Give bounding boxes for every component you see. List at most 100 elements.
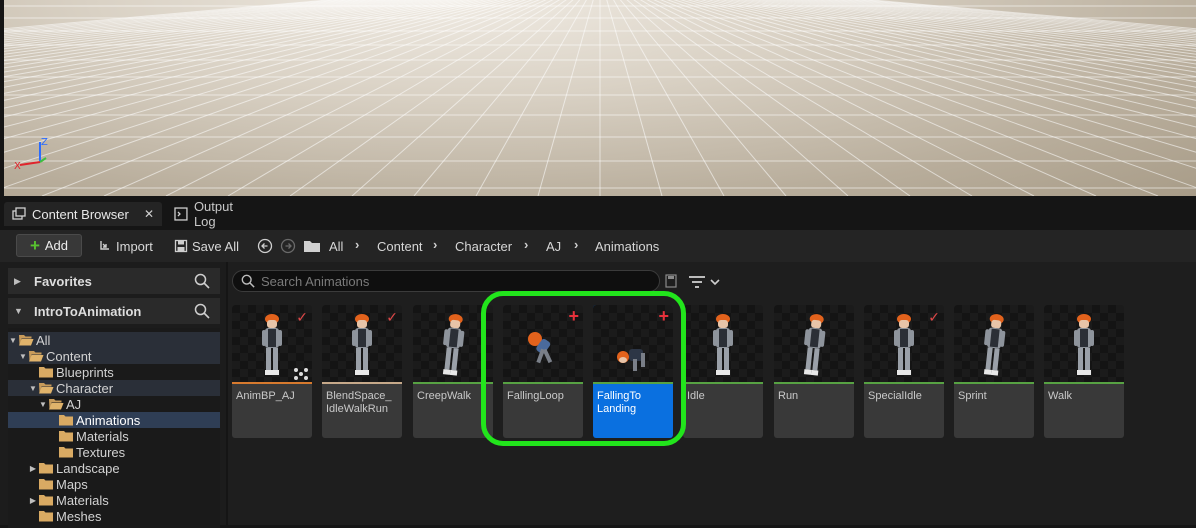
new-asset-plus-icon: + <box>658 306 669 326</box>
save-all-button-label: Save All <box>192 238 239 254</box>
floor-grid <box>4 0 1196 196</box>
project-header[interactable]: ▼ IntroToAnimation <box>8 298 220 324</box>
tab-output-log[interactable]: Output Log <box>166 199 266 229</box>
asset-tile[interactable]: CreepWalk <box>413 305 493 438</box>
asset-type-bar <box>864 382 944 384</box>
asset-tile[interactable]: + FallingTo Landing <box>593 305 673 438</box>
close-icon[interactable]: ✕ <box>144 207 154 221</box>
axis-z-label: Z <box>41 137 48 148</box>
asset-thumbnail <box>1044 305 1124 383</box>
tree-item-label: Textures <box>76 444 126 460</box>
tree-item-all[interactable]: ▼ All <box>8 332 220 348</box>
add-button[interactable]: + Add <box>16 234 82 257</box>
character-thumbnail <box>894 314 914 375</box>
checkmark-icon: ✓ <box>386 309 398 325</box>
save-all-icon <box>174 239 188 253</box>
asset-name: Sprint <box>958 390 987 402</box>
asset-type-bar <box>1044 382 1124 384</box>
chevron-right-icon[interactable]: › <box>433 237 437 252</box>
tree-item-content[interactable]: ▼ Content <box>8 348 220 364</box>
search-bar[interactable] <box>232 270 660 292</box>
search-icon[interactable] <box>194 273 210 289</box>
search-icon[interactable] <box>194 303 210 319</box>
search-input[interactable] <box>261 273 641 289</box>
chevron-down-icon[interactable]: ▼ <box>18 352 28 361</box>
asset-tile[interactable]: + FallingLoop <box>503 305 583 438</box>
asset-tile[interactable]: Walk <box>1044 305 1124 438</box>
chevron-right-icon[interactable]: › <box>574 237 578 252</box>
favorites-header[interactable]: ▶ Favorites <box>8 268 220 294</box>
asset-name: Run <box>778 390 799 402</box>
character-thumbnail <box>442 314 465 376</box>
folder-icon <box>39 511 53 522</box>
breadcrumb-content[interactable]: Content <box>377 236 423 256</box>
folder-icon <box>59 415 73 426</box>
asset-type-bar <box>954 382 1034 384</box>
tree-item-materials[interactable]: ▶ Materials <box>8 492 220 508</box>
asset-name: FallingTo Landing <box>597 390 642 415</box>
asset-tile[interactable]: Idle <box>683 305 763 438</box>
asset-tile[interactable]: Run <box>774 305 854 438</box>
tree-item-label: Character <box>56 380 114 396</box>
tab-content-browser-label: Content Browser <box>32 206 129 222</box>
save-search-icon[interactable] <box>665 274 677 288</box>
breadcrumb-aj[interactable]: AJ <box>546 236 561 256</box>
tree-item-materials[interactable]: Materials <box>8 428 220 444</box>
tab-content-browser[interactable]: Content Browser ✕ <box>4 202 162 226</box>
folder-icon <box>59 447 73 458</box>
asset-type-bar <box>503 382 583 384</box>
breadcrumb-all[interactable]: All <box>329 236 343 256</box>
import-button[interactable]: Import <box>98 236 153 256</box>
chevron-right-icon[interactable]: ▶ <box>28 496 38 505</box>
tree-item-label: All <box>36 332 51 348</box>
tree-item-landscape[interactable]: ▶ Landscape <box>8 460 220 476</box>
asset-view: ✓ AnimBP_AJ ✓ BlendSpace_ IdleWalkRun Cree… <box>228 262 1196 525</box>
asset-thumbnail <box>954 305 1034 383</box>
tree-item-meshes[interactable]: Meshes <box>8 508 220 524</box>
asset-tile[interactable]: ✓ BlendSpace_ IdleWalkRun <box>322 305 402 438</box>
back-arrow-icon[interactable] <box>257 238 273 254</box>
chevron-down-icon: ▼ <box>14 306 23 316</box>
tree-item-label: Content <box>46 348 92 364</box>
save-all-button[interactable]: Save All <box>174 236 239 256</box>
tree-item-label: Animations <box>76 412 141 428</box>
asset-tile[interactable]: ✓ AnimBP_AJ <box>232 305 312 438</box>
chevron-down-icon[interactable]: ▼ <box>28 384 38 393</box>
chevron-right-icon[interactable]: › <box>355 237 359 252</box>
tree-item-aj[interactable]: ▼ AJ <box>8 396 220 412</box>
chevron-down-icon[interactable]: ▼ <box>8 336 18 345</box>
tree-item-label: Maps <box>56 476 88 492</box>
folder-icon <box>39 463 53 474</box>
character-thumbnail <box>528 332 553 364</box>
chevron-right-icon[interactable]: ▶ <box>28 464 38 473</box>
filter-button[interactable] <box>688 272 724 292</box>
folder-icon <box>39 367 53 378</box>
asset-tile[interactable]: Sprint <box>954 305 1034 438</box>
folder-open-icon <box>49 399 64 410</box>
level-viewport[interactable]: Z X <box>4 0 1196 196</box>
chevron-right-icon[interactable]: › <box>524 237 528 252</box>
tree-item-character[interactable]: ▼ Character <box>8 380 220 396</box>
forward-arrow-icon[interactable] <box>280 238 296 254</box>
asset-type-bar <box>322 382 402 384</box>
folder-open-icon <box>19 335 34 346</box>
folder-icon <box>304 241 320 252</box>
tree-item-animations[interactable]: Animations <box>8 412 220 428</box>
axis-gizmo: Z X <box>14 137 48 172</box>
tree-item-textures[interactable]: Textures <box>8 444 220 460</box>
checkmark-icon: ✓ <box>928 309 940 325</box>
tree-item-label: AJ <box>66 396 82 412</box>
breadcrumb-animations[interactable]: Animations <box>595 236 659 256</box>
tab-output-log-label: Output Log <box>193 199 233 229</box>
asset-tile[interactable]: ✓ SpecialIdle <box>864 305 944 438</box>
chevron-down-icon[interactable]: ▼ <box>38 400 48 409</box>
search-icon <box>241 274 255 288</box>
import-button-label: Import <box>116 238 153 254</box>
asset-thumbnail: ✓ <box>232 305 312 383</box>
character-thumbnail <box>803 314 826 376</box>
breadcrumb-character[interactable]: Character <box>455 236 512 256</box>
tree-item-maps[interactable]: Maps <box>8 476 220 492</box>
character-thumbnail <box>1074 314 1094 375</box>
tree-item-blueprints[interactable]: Blueprints <box>8 364 220 380</box>
blueprint-graph-icon <box>294 368 308 380</box>
